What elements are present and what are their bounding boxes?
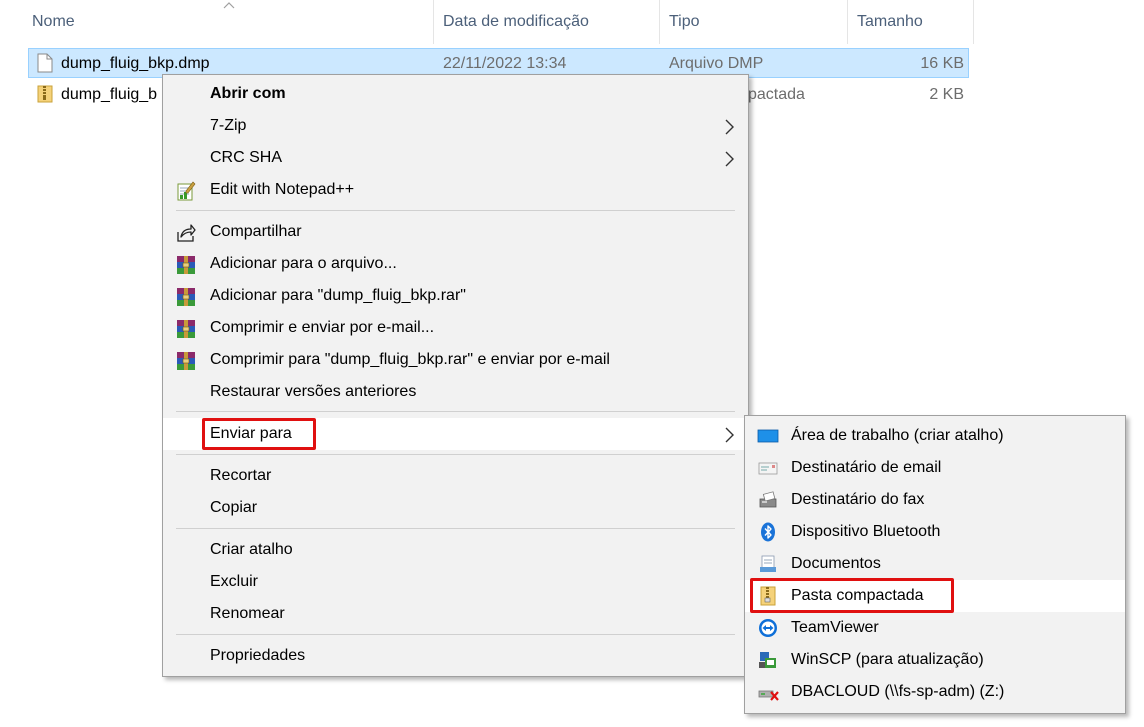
menu-item-add-rar[interactable]: Adicionar para "dump_fluig_bkp.rar" (163, 280, 748, 312)
file-name: dump_fluig_b (61, 86, 158, 103)
submenu-item-label: TeamViewer (791, 619, 879, 636)
menu-divider (176, 210, 735, 211)
menu-item-rename[interactable]: Renomear (163, 598, 748, 630)
highlight-box-send-to (202, 418, 316, 450)
menu-item-7zip[interactable]: 7-Zip (163, 110, 748, 142)
menu-item-compress-email[interactable]: Comprimir e enviar por e-mail... (163, 312, 748, 344)
menu-item-label: Edit with Notepad++ (210, 181, 355, 198)
menu-divider (176, 634, 735, 635)
network-drive-disconnected-icon (758, 690, 779, 701)
menu-item-label: Renomear (210, 605, 285, 622)
column-header-size[interactable]: Tamanho (848, 0, 974, 44)
submenu-item-label: Dispositivo Bluetooth (791, 523, 941, 540)
chevron-right-icon (725, 151, 734, 167)
mail-recipient-icon (758, 462, 778, 475)
winscp-icon (759, 652, 776, 668)
menu-divider (176, 454, 735, 455)
document-icon (37, 53, 53, 73)
documents-icon (760, 555, 776, 572)
menu-item-label: CRC SHA (210, 149, 283, 166)
menu-item-label: Recortar (210, 467, 272, 484)
bluetooth-icon (761, 522, 775, 542)
sort-ascending-icon (223, 2, 235, 9)
submenu-item-label: DBACLOUD (\\fs-sp-adm) (Z:) (791, 683, 1005, 700)
submenu-item-label: Destinatário de email (791, 459, 942, 476)
winrar-icon (177, 352, 195, 370)
winrar-icon (177, 256, 195, 274)
menu-item-label: 7-Zip (210, 117, 247, 134)
column-header-name-label: Nome (32, 13, 75, 30)
share-icon (177, 224, 196, 242)
submenu-item-label: WinSCP (para atualização) (791, 651, 984, 668)
menu-item-delete[interactable]: Excluir (163, 566, 748, 598)
chevron-right-icon (725, 119, 734, 135)
menu-item-label: Adicionar para "dump_fluig_bkp.rar" (210, 287, 466, 304)
submenu-item-mail[interactable]: Destinatário de email (745, 452, 1125, 484)
menu-item-add-archive[interactable]: Adicionar para o arquivo... (163, 248, 748, 280)
column-header-type[interactable]: Tipo (660, 0, 848, 44)
file-type: Arquivo DMP (669, 55, 764, 72)
submenu-item-bluetooth[interactable]: Dispositivo Bluetooth (745, 516, 1125, 548)
file-size: 2 KB (929, 86, 964, 103)
menu-item-copy[interactable]: Copiar (163, 492, 748, 524)
highlight-box-zip (750, 578, 954, 613)
menu-item-label: Restaurar versões anteriores (210, 383, 417, 400)
teamviewer-icon (759, 619, 777, 637)
menu-item-open-with[interactable]: Abrir com (163, 78, 748, 110)
menu-item-crc-sha[interactable]: CRC SHA (163, 142, 748, 174)
file-type: pactada (748, 86, 805, 103)
menu-item-label: Adicionar para o arquivo... (210, 255, 397, 272)
chevron-right-icon (725, 427, 734, 443)
menu-item-label: Copiar (210, 499, 258, 516)
column-header-size-label: Tamanho (857, 13, 923, 30)
send-to-submenu: Área de trabalho (criar atalho) Destinat… (744, 415, 1126, 714)
menu-item-label: Compartilhar (210, 223, 302, 240)
column-header-modified-label: Data de modificação (443, 13, 589, 30)
submenu-item-winscp[interactable]: WinSCP (para atualização) (745, 644, 1125, 676)
submenu-item-dbacloud[interactable]: DBACLOUD (\\fs-sp-adm) (Z:) (745, 676, 1125, 708)
menu-divider (176, 528, 735, 529)
submenu-item-label: Destinatário do fax (791, 491, 925, 508)
menu-item-label: Criar atalho (210, 541, 293, 558)
menu-item-compress-rar-email[interactable]: Comprimir para "dump_fluig_bkp.rar" e en… (163, 344, 748, 376)
file-size: 16 KB (920, 55, 964, 72)
column-header-modified[interactable]: Data de modificação (434, 0, 660, 44)
submenu-item-label: Documentos (791, 555, 881, 572)
menu-item-label: Excluir (210, 573, 259, 590)
submenu-item-label: Área de trabalho (criar atalho) (791, 427, 1004, 444)
menu-item-cut[interactable]: Recortar (163, 460, 748, 492)
menu-item-create-shortcut[interactable]: Criar atalho (163, 534, 748, 566)
submenu-item-desktop[interactable]: Área de trabalho (criar atalho) (745, 420, 1125, 452)
context-menu: Abrir com 7-Zip CRC SHA Edit with Notepa… (162, 74, 749, 677)
submenu-item-documents[interactable]: Documentos (745, 548, 1125, 580)
menu-item-label: Abrir com (210, 85, 286, 102)
menu-item-properties[interactable]: Propriedades (163, 640, 748, 672)
submenu-item-teamviewer[interactable]: TeamViewer (745, 612, 1125, 644)
fax-icon (759, 491, 777, 508)
menu-item-label: Propriedades (210, 647, 306, 664)
menu-divider (176, 411, 735, 412)
submenu-item-fax[interactable]: Destinatário do fax (745, 484, 1125, 516)
file-name: dump_fluig_bkp.dmp (61, 55, 210, 72)
notepad-plus-plus-icon (177, 181, 196, 201)
column-header-type-label: Tipo (669, 13, 700, 30)
menu-item-share[interactable]: Compartilhar (163, 216, 748, 248)
file-modified: 22/11/2022 13:34 (443, 55, 567, 72)
menu-item-notepad[interactable]: Edit with Notepad++ (163, 174, 748, 206)
menu-item-label: Comprimir e enviar por e-mail... (210, 319, 435, 336)
winrar-icon (177, 288, 195, 306)
winrar-icon (177, 320, 195, 338)
column-header-name[interactable]: Nome (0, 0, 434, 44)
menu-item-restore-versions[interactable]: Restaurar versões anteriores (163, 376, 748, 408)
desktop-icon (757, 429, 779, 443)
zip-folder-icon (37, 85, 53, 103)
menu-item-label: Comprimir para "dump_fluig_bkp.rar" e en… (210, 351, 610, 368)
